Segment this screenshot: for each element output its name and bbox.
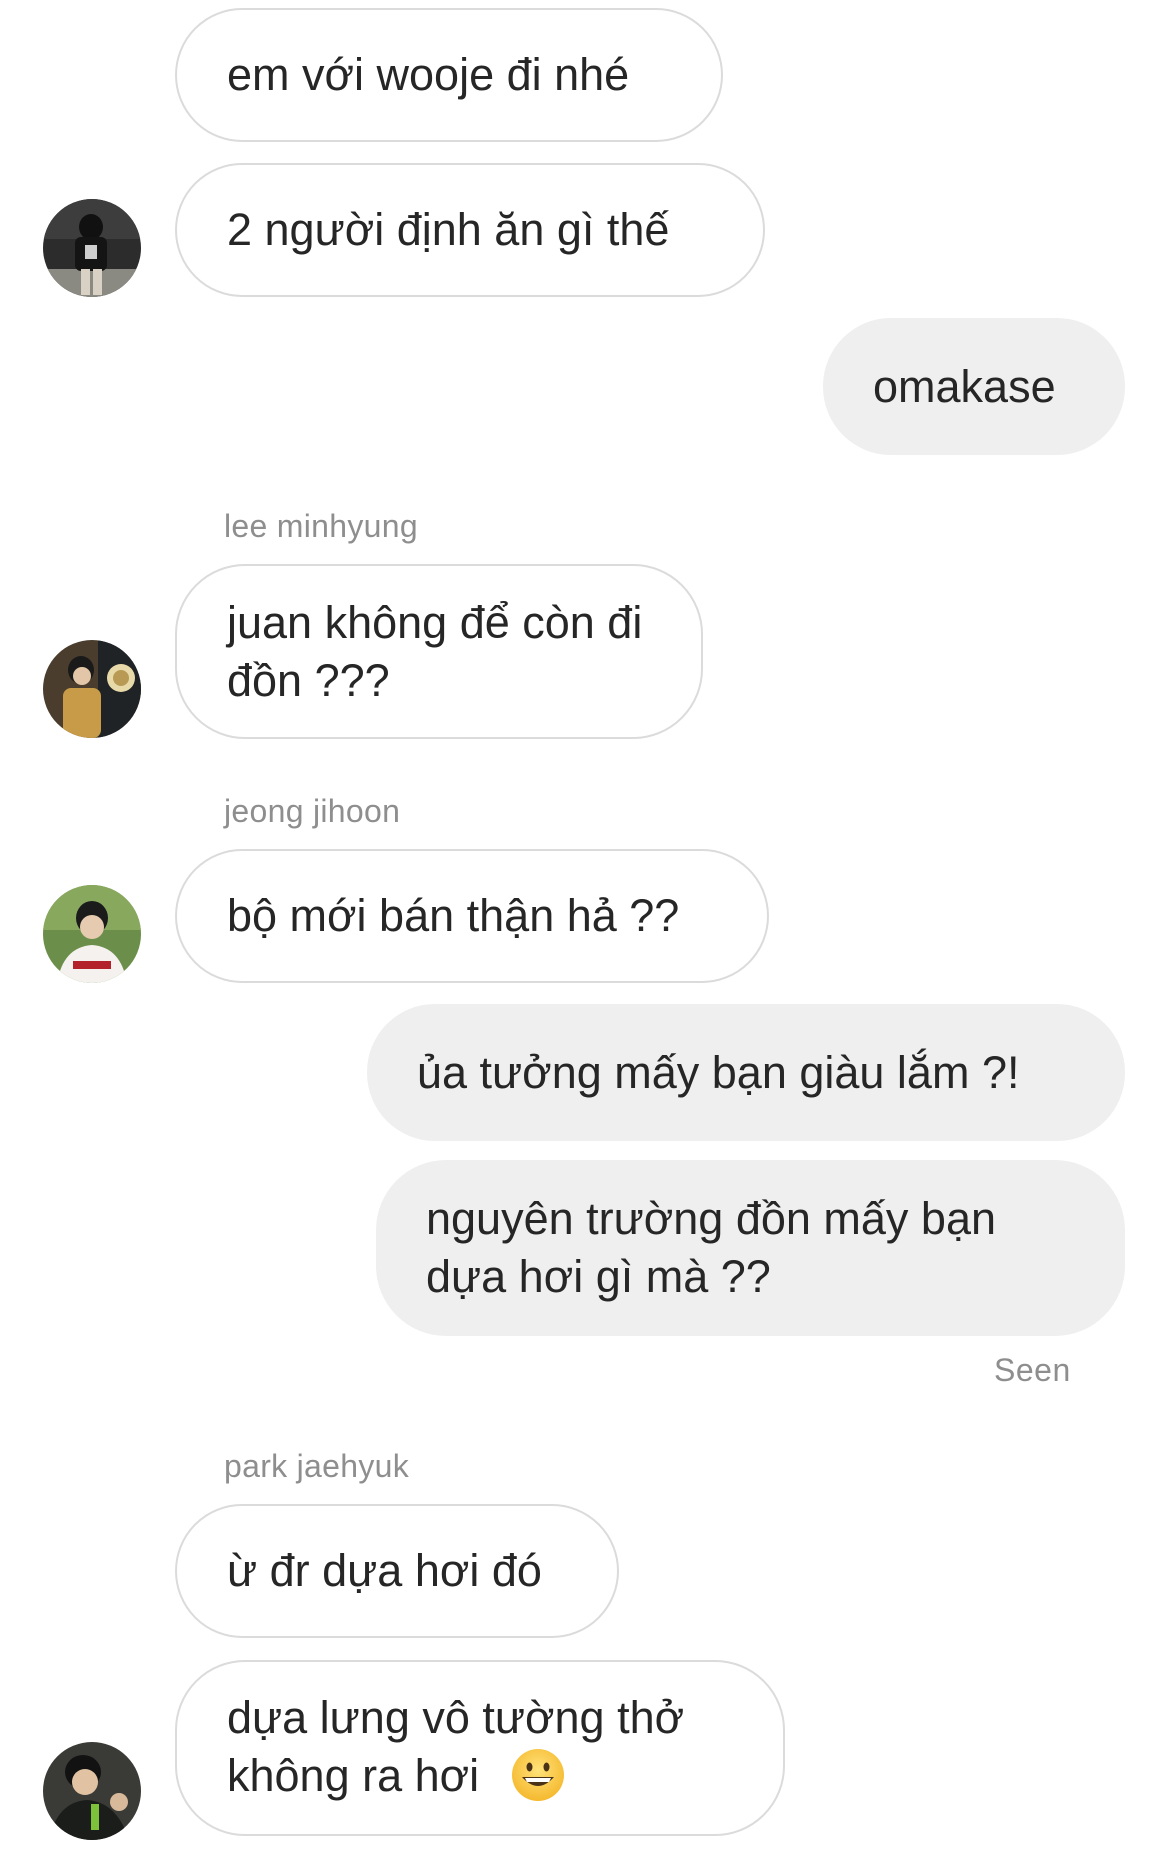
message-text: 2 người định ăn gì thế [227, 204, 670, 255]
outgoing-message-bubble[interactable]: nguyên trường đồn mấy bạn dựa hơi gì mà … [376, 1160, 1125, 1336]
message-text-content: dựa lưng vô tường thở không ra hơi [227, 1691, 685, 1801]
message-text: bộ mới bán thận hả ?? [227, 890, 680, 941]
seen-status: Seen [994, 1352, 1071, 1388]
sender-avatar[interactable] [43, 640, 141, 738]
avatar-photo [43, 1742, 141, 1840]
sender-name: park jaehyuk [224, 1448, 410, 1484]
message-text: em với wooje đi nhé [227, 49, 630, 100]
outgoing-message-bubble[interactable]: ủa tưởng mấy bạn giàu lắm ?! [367, 1004, 1125, 1141]
avatar-photo [43, 640, 141, 738]
sender-avatar[interactable] [43, 1742, 141, 1840]
outgoing-message-bubble[interactable]: omakase [823, 318, 1125, 455]
incoming-message-bubble[interactable]: juan không để còn đi đồn ??? [175, 564, 703, 739]
message-text: nguyên trường đồn mấy bạn dựa hơi gì mà … [426, 1193, 996, 1302]
message-text: ừ đr dựa hơi đó [227, 1545, 542, 1596]
incoming-message-bubble[interactable]: 2 người định ăn gì thế [175, 163, 765, 297]
message-text: dựa lưng vô tường thở không ra hơi [227, 1689, 733, 1807]
incoming-message-bubble[interactable]: ừ đr dựa hơi đó [175, 1504, 619, 1638]
incoming-message-bubble[interactable]: bộ mới bán thận hả ?? [175, 849, 769, 983]
incoming-message-bubble[interactable]: em với wooje đi nhé [175, 8, 723, 142]
sender-name: lee minhyung [224, 508, 418, 544]
message-text: juan không để còn đi đồn ??? [227, 596, 643, 706]
message-text: ủa tưởng mấy bạn giàu lắm ?! [417, 1046, 1020, 1098]
avatar-photo [43, 199, 141, 297]
sender-avatar[interactable] [43, 885, 141, 983]
incoming-message-bubble[interactable]: dựa lưng vô tường thở không ra hơi [175, 1660, 785, 1836]
grinning-face-emoji-icon [511, 1749, 564, 1802]
sender-name: jeong jihoon [224, 793, 401, 829]
message-text: omakase [873, 360, 1056, 412]
sender-avatar[interactable] [43, 199, 141, 297]
avatar-photo [43, 885, 141, 983]
